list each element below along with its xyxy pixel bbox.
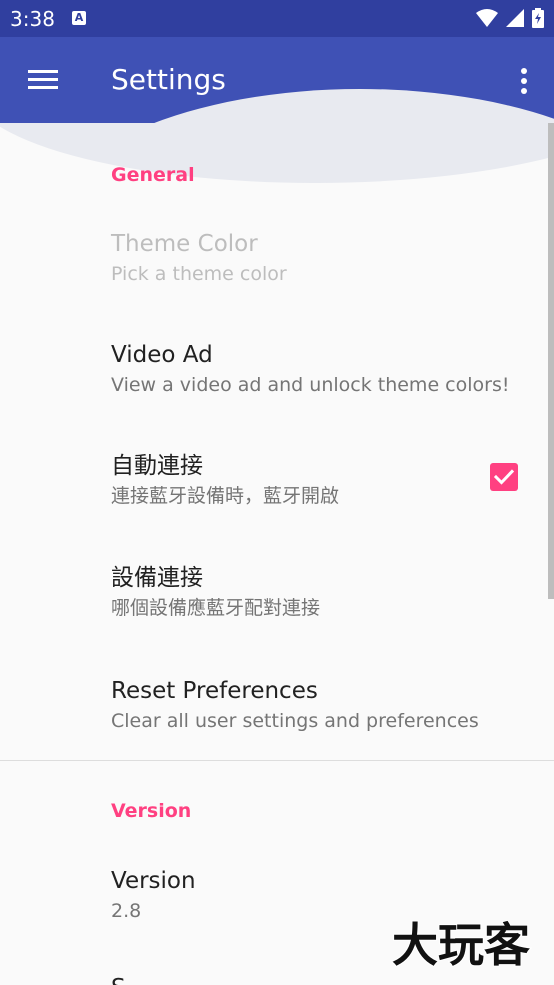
app-bar: Settings <box>0 37 554 123</box>
pref-video-ad[interactable]: Video Ad View a video ad and unlock them… <box>0 340 554 440</box>
pref-summary: Clear all user settings and preferences <box>111 710 479 732</box>
pref-partial-item[interactable]: S <box>111 973 126 985</box>
pref-summary: 連接藍牙設備時，藍牙開啟 <box>111 485 340 507</box>
more-vert-icon[interactable] <box>518 68 530 94</box>
pref-theme-color[interactable]: Theme Color Pick a theme color <box>0 229 554 329</box>
category-version: Version <box>111 800 192 822</box>
auto-connect-checkbox[interactable] <box>490 463 518 491</box>
battery-icon <box>532 8 544 28</box>
signal-icon <box>506 9 524 27</box>
pref-title: 設備連接 <box>111 565 203 591</box>
category-general: General <box>111 164 195 186</box>
watermark-logo: 大玩客 <box>391 917 531 973</box>
menu-icon[interactable] <box>28 70 58 90</box>
settings-list[interactable]: General Theme Color Pick a theme color V… <box>0 123 554 985</box>
scrollbar[interactable] <box>548 123 554 599</box>
status-bar: 3:38 A <box>0 0 554 37</box>
pref-title: Theme Color <box>111 231 258 257</box>
pref-device-connect[interactable]: 設備連接 哪個設備應藍牙配對連接 <box>0 563 554 663</box>
page-title: Settings <box>111 63 226 96</box>
pref-summary: View a video ad and unlock theme colors! <box>111 374 510 396</box>
touch-ripple <box>0 123 554 183</box>
pref-summary: 2.8 <box>111 900 142 922</box>
watermark-text: 大玩客 <box>392 918 530 972</box>
a-notification-icon: A <box>72 11 86 25</box>
pref-title: Version <box>111 868 196 894</box>
pref-summary: Pick a theme color <box>111 263 287 285</box>
pref-auto-connect[interactable]: 自動連接 連接藍牙設備時，藍牙開啟 <box>0 451 554 551</box>
status-time: 3:38 <box>10 7 55 31</box>
pref-title: 自動連接 <box>111 453 203 479</box>
divider <box>0 760 554 761</box>
pref-summary: 哪個設備應藍牙配對連接 <box>111 597 321 619</box>
check-icon <box>493 469 515 485</box>
status-icons <box>476 6 544 30</box>
pref-reset-preferences[interactable]: Reset Preferences Clear all user setting… <box>0 676 554 776</box>
pref-title: Video Ad <box>111 342 213 368</box>
wifi-icon <box>476 9 498 27</box>
pref-title: Reset Preferences <box>111 678 318 704</box>
